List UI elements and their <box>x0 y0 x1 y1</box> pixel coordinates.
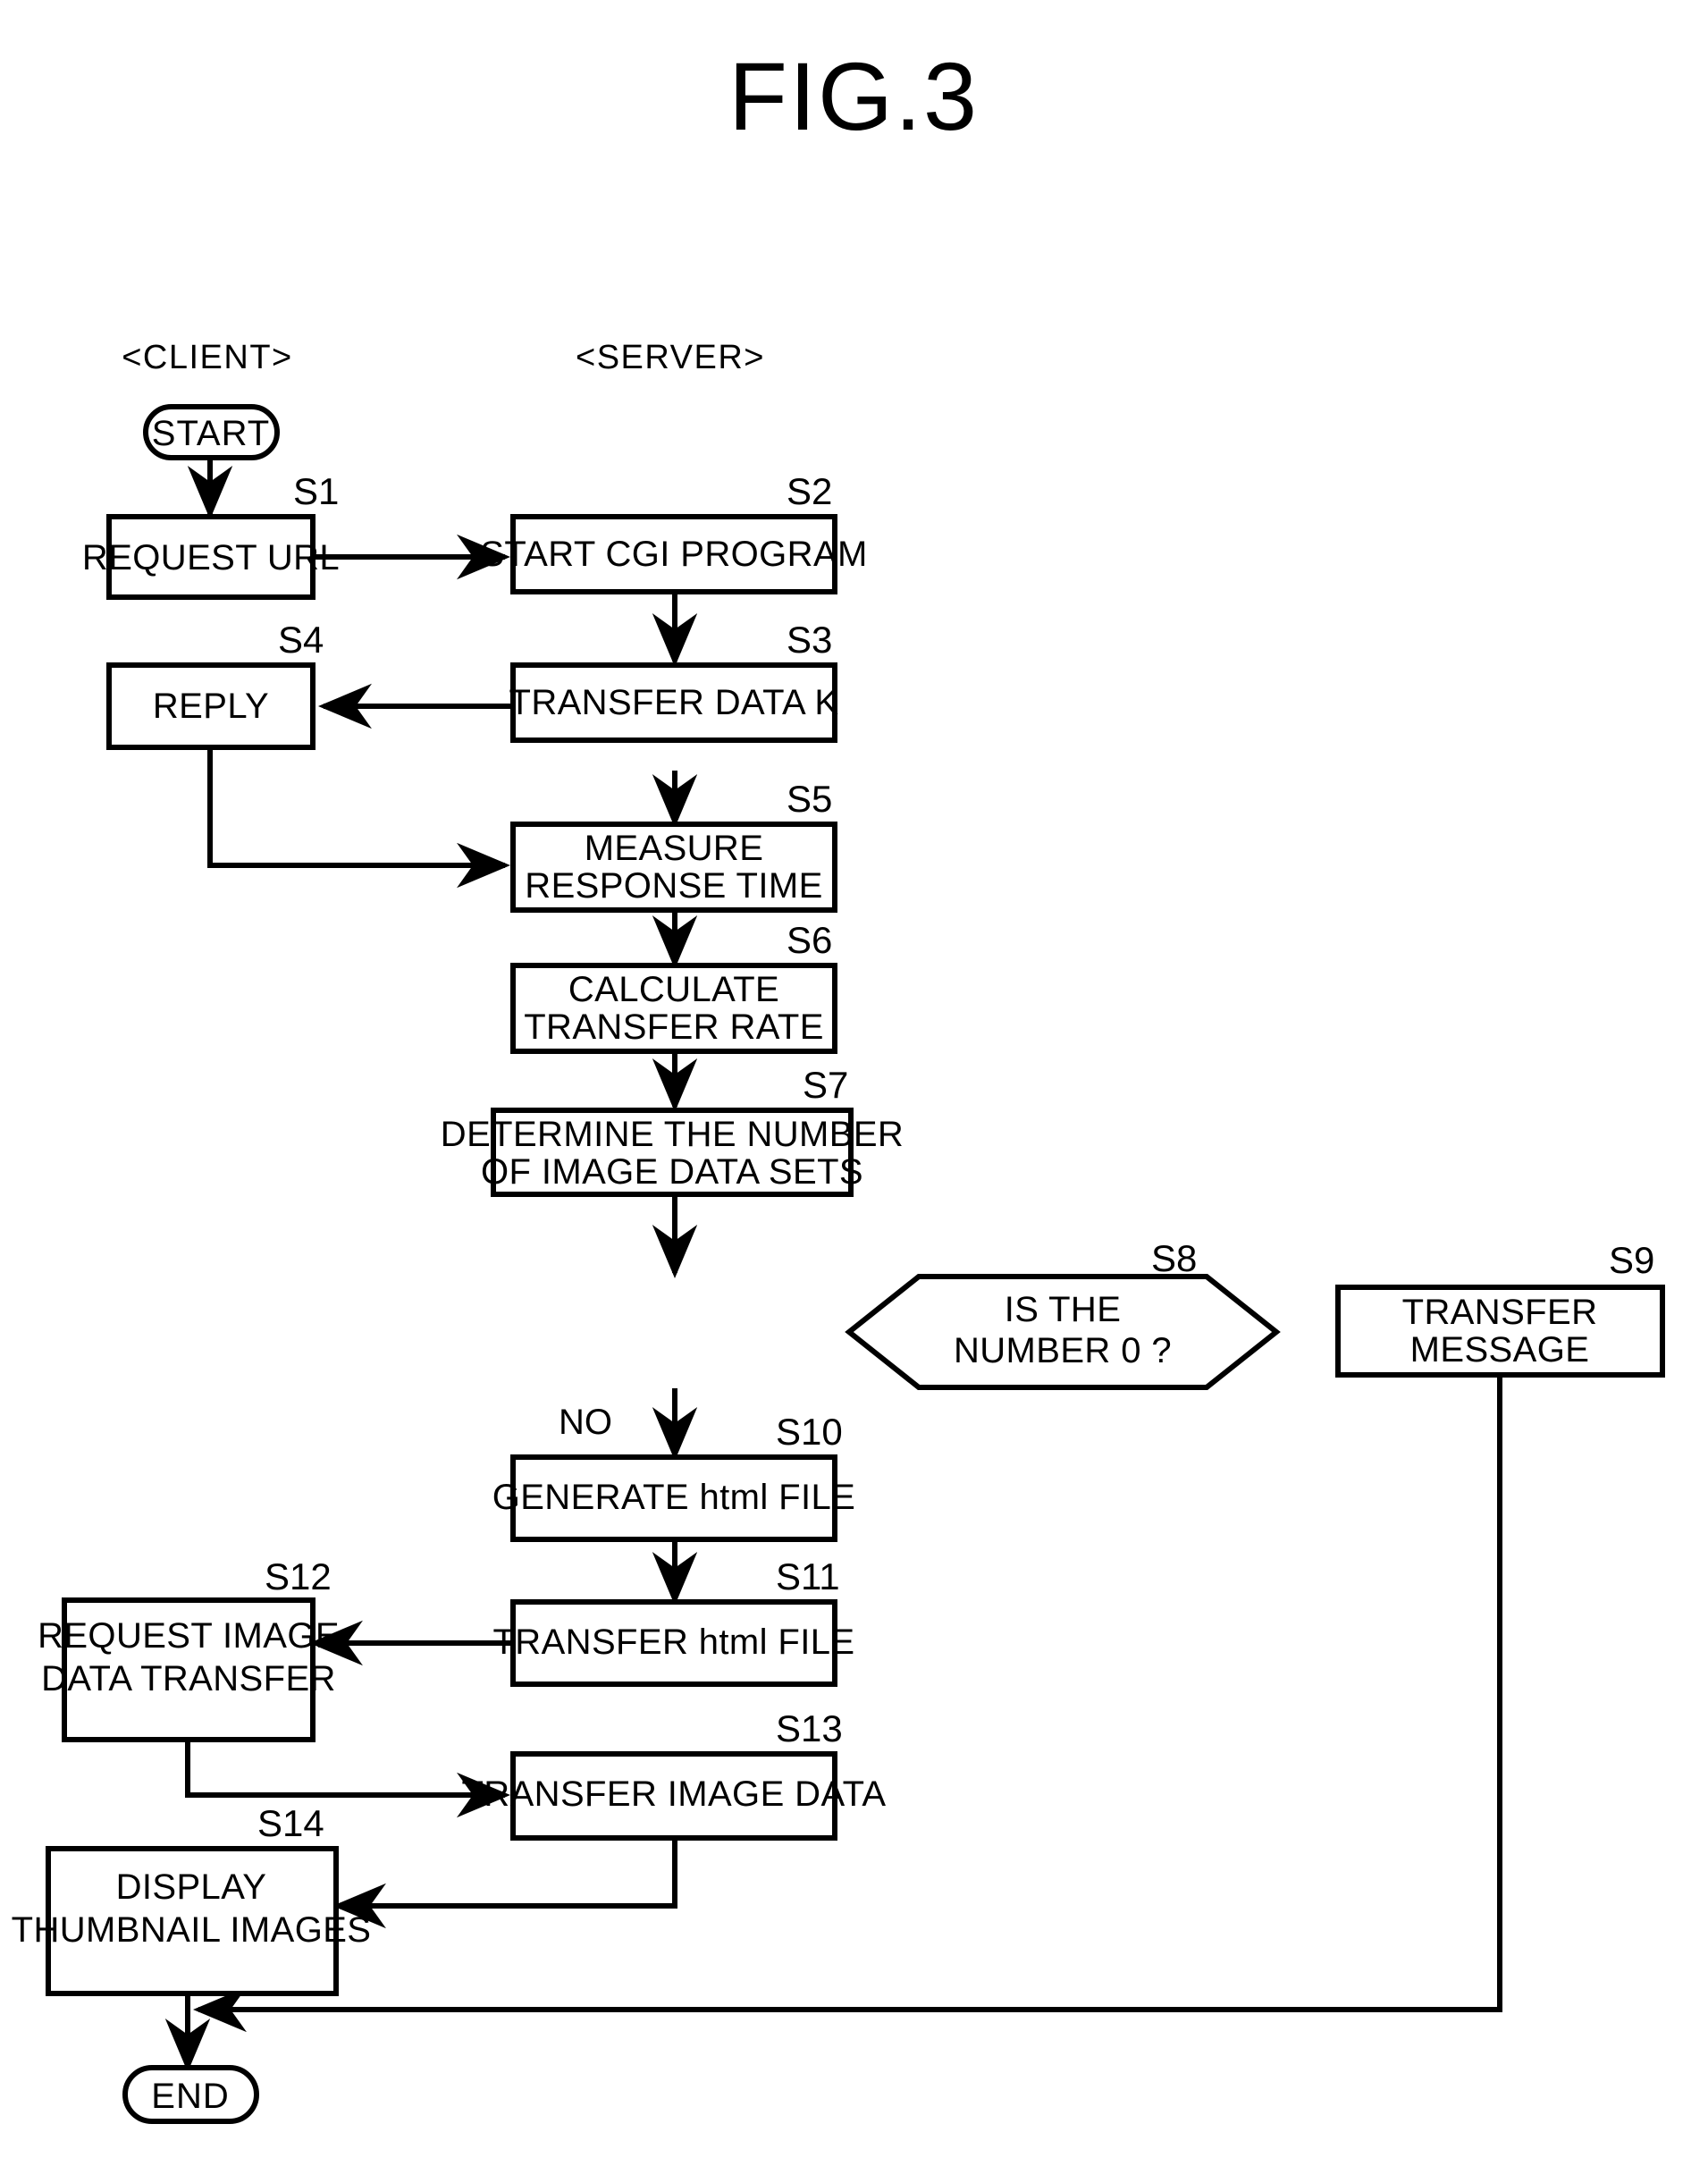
step-s12[interactable]: REQUEST IMAGE DATA TRANSFER S12 <box>38 1555 340 1742</box>
step-s9[interactable]: TRANSFER MESSAGE S9 <box>1335 1239 1665 1378</box>
step-s7-line-1: DETERMINE THE NUMBER <box>441 1115 904 1154</box>
step-s5-line-2: RESPONSE TIME <box>525 866 822 906</box>
step-s11-line-1: TRANSFER html FILE <box>492 1622 854 1662</box>
step-s6-line-2: TRANSFER RATE <box>524 1007 824 1047</box>
terminator-end-label: END <box>151 2077 229 2116</box>
branch-label-no: NO <box>559 1403 612 1442</box>
step-s10-line-1: GENERATE html FILE <box>492 1478 856 1517</box>
step-s6-line-1: CALCULATE <box>568 970 779 1009</box>
step-s9-line-2: MESSAGE <box>1410 1330 1590 1370</box>
step-s14-line-2: THUMBNAIL IMAGES <box>12 1910 372 1950</box>
edge-s12-to-s13 <box>185 1740 510 1818</box>
step-s8[interactable]: IS THE NUMBER 0 ? S8 <box>845 1237 1281 1390</box>
step-s2[interactable]: START CGI PROGRAM S2 <box>480 470 868 594</box>
step-s7-tag: S7 <box>803 1064 848 1106</box>
step-s8-tag: S8 <box>1151 1237 1197 1279</box>
step-s4-tag: S4 <box>278 619 324 661</box>
lane-header-server: <SERVER> <box>576 339 765 376</box>
terminator-start-label: START <box>152 414 270 453</box>
step-s12-line-2: DATA TRANSFER <box>41 1659 336 1698</box>
step-s2-tag: S2 <box>787 470 832 512</box>
step-s1-tag: S1 <box>293 470 339 512</box>
page-title: FIG.3 <box>728 42 979 150</box>
step-s12-tag: S12 <box>265 1555 332 1597</box>
step-s8-line-1: IS THE <box>1005 1290 1122 1329</box>
terminator-end[interactable]: END <box>122 2065 259 2124</box>
step-s14-line-1: DISPLAY <box>116 1867 267 1907</box>
step-s2-line-1: START CGI PROGRAM <box>480 535 868 574</box>
step-s3-tag: S3 <box>787 619 832 661</box>
step-s13-tag: S13 <box>776 1707 843 1749</box>
step-s7-line-2: OF IMAGE DATA SETS <box>481 1152 863 1192</box>
step-s11-tag: S11 <box>776 1555 840 1597</box>
step-s4-line-1: REPLY <box>153 687 269 726</box>
flowchart-canvas: FIG.3 <CLIENT> <SERVER> NO START END REQ… <box>12 42 1665 2124</box>
step-s6-tag: S6 <box>787 919 832 961</box>
step-s14-tag: S14 <box>257 1802 324 1844</box>
step-s10-tag: S10 <box>776 1411 843 1453</box>
terminator-start[interactable]: START <box>143 404 280 460</box>
step-s8-line-2: NUMBER 0 ? <box>954 1331 1172 1370</box>
edge-s13-to-s14 <box>332 1837 677 1929</box>
step-s14[interactable]: DISPLAY THUMBNAIL IMAGES S14 <box>12 1802 372 1996</box>
edge-s4-to-s5 <box>207 747 510 889</box>
edge-s9-to-end <box>193 1375 1502 2033</box>
step-s12-line-1: REQUEST IMAGE <box>38 1616 340 1656</box>
patent-figure-page: FIG.3 <CLIENT> <SERVER> NO START END REQ… <box>0 0 1708 2183</box>
step-s3-line-1: TRANSFER DATA K <box>509 683 838 722</box>
lane-header-client: <CLIENT> <box>122 339 293 376</box>
step-s5-tag: S5 <box>787 778 832 820</box>
step-s5-line-1: MEASURE <box>585 829 764 868</box>
step-s9-tag: S9 <box>1609 1239 1654 1281</box>
step-s4[interactable]: REPLY S4 <box>106 619 324 750</box>
step-s13-line-1: TRANSFER IMAGE DATA <box>461 1774 886 1814</box>
step-s1-line-1: REQUEST URL <box>82 538 340 577</box>
step-s9-line-1: TRANSFER <box>1402 1293 1598 1332</box>
step-s13[interactable]: TRANSFER IMAGE DATA S13 <box>461 1707 886 1841</box>
